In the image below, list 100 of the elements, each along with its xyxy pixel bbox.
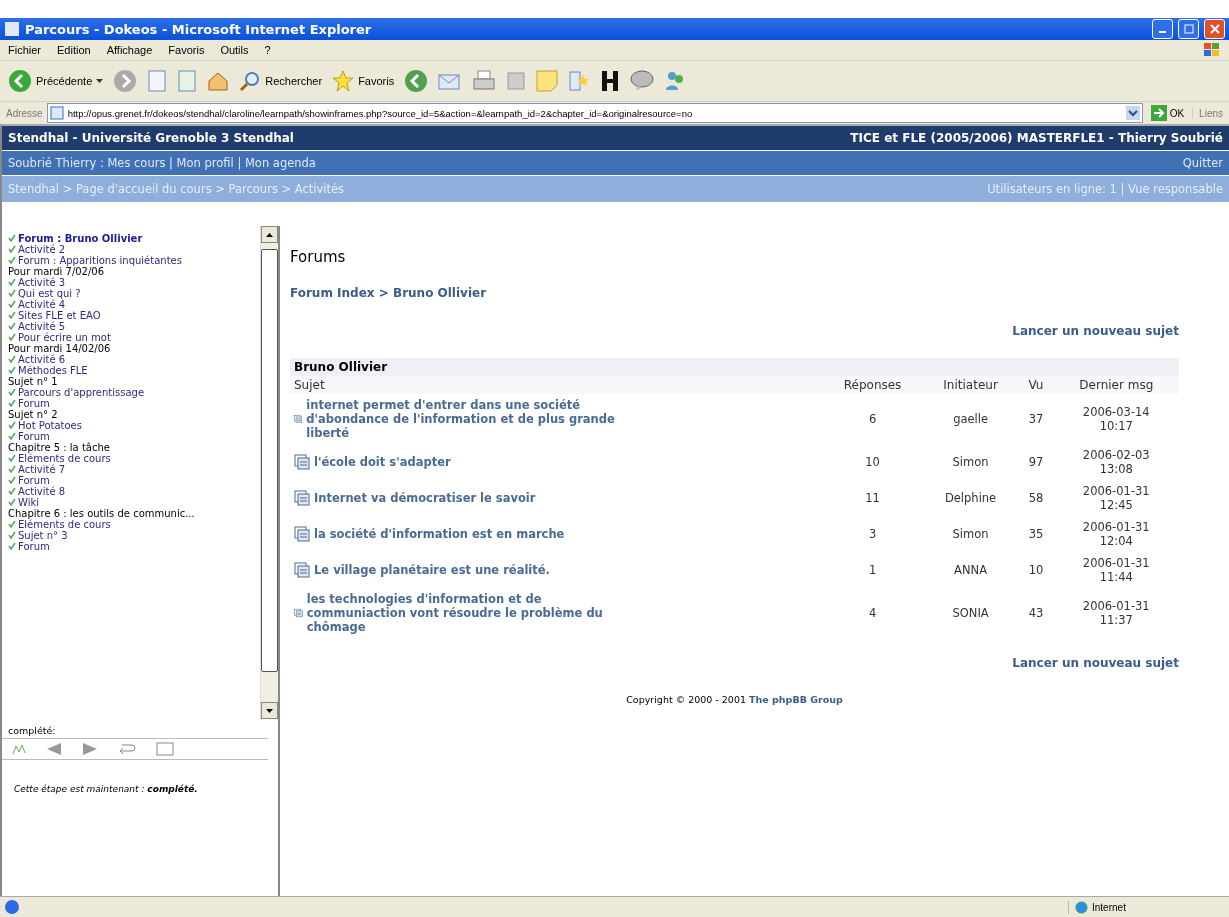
star-icon xyxy=(332,70,355,92)
table-cell-text: 35 xyxy=(1027,526,1045,543)
topic-icon xyxy=(294,454,310,470)
lesson-step-link[interactable]: Forum xyxy=(8,431,200,442)
lesson-step-link[interactable]: Forum : Bruno Ollivier xyxy=(8,233,200,244)
user-links[interactable]: Soubrié Thierry : Mes cours | Mon profil | Mon agenda xyxy=(8,156,316,170)
minimize-button[interactable] xyxy=(1152,19,1173,39)
column-header: Réponses xyxy=(822,376,923,394)
table-cell-text: 3 xyxy=(867,526,878,543)
phpbb-link[interactable]: The phpBB Group xyxy=(749,694,843,705)
close-button[interactable] xyxy=(1204,19,1225,39)
go-button[interactable]: OK xyxy=(1146,105,1189,121)
address-field[interactable]: http://opus.grenet.fr/dokeos/stendhal/claroline/learnpath/showinframes.php?source_id=5&action=&learnpath_id=2&chapter_id=&originalresource=no xyxy=(46,103,1143,123)
window-title: Parcours - Dokeos - Microsoft Internet Explorer xyxy=(25,21,373,37)
topic-link[interactable]: la société d'information est en marche xyxy=(294,526,634,542)
lesson-step-link[interactable]: Méthodes FLE xyxy=(8,365,200,376)
progress-label: complété: xyxy=(2,719,268,739)
topic-link[interactable]: les technologies d'information et de communiaction vont résoudre le problème du chômage xyxy=(294,592,634,634)
note-button[interactable] xyxy=(536,70,559,92)
new-topic-link[interactable]: Lancer un nouveau sujet xyxy=(1012,656,1179,670)
favorites-button[interactable]: Favoris xyxy=(332,70,395,92)
column-header: Vu xyxy=(1018,376,1054,394)
chapter-heading: Pour mardi 14/02/06 xyxy=(8,343,112,354)
zigzag-icon[interactable] xyxy=(12,743,26,755)
maximize-icon xyxy=(1183,24,1194,34)
window-icon[interactable] xyxy=(156,742,174,756)
dropdown-icon[interactable] xyxy=(1125,106,1140,120)
mail-button[interactable] xyxy=(438,71,463,91)
table-cell-text: 58 xyxy=(1027,490,1045,507)
lesson-step-link[interactable]: Forum : Apparitions inquiétantes xyxy=(8,255,200,266)
lesson-step-link[interactable]: Forum xyxy=(8,475,200,486)
menu-item[interactable]: ? xyxy=(264,44,271,56)
chapter-heading: Pour mardi 7/02/06 xyxy=(8,266,105,277)
search-button[interactable]: Rechercher xyxy=(239,70,323,92)
lesson-step-link[interactable]: Activité 2 xyxy=(8,244,200,255)
chat-button[interactable] xyxy=(630,70,655,92)
edit-button[interactable] xyxy=(506,71,527,91)
table-cell-text: 97 xyxy=(1027,454,1045,471)
lesson-step-link[interactable]: Sujet n° 3 xyxy=(8,530,200,541)
column-header: Dernier msg xyxy=(1053,376,1179,394)
menu-item[interactable]: Favoris xyxy=(168,44,205,56)
scroll-up-button[interactable] xyxy=(261,226,278,243)
lesson-step-link[interactable]: Forum xyxy=(8,398,200,409)
globe-icon xyxy=(1075,900,1088,914)
column-header: Sujet xyxy=(290,376,823,394)
links-label[interactable]: Liens xyxy=(1192,107,1223,119)
menu-item[interactable]: Fichier xyxy=(8,44,41,56)
printer-icon xyxy=(472,70,497,92)
topic-link[interactable]: Le village planétaire est une réalité. xyxy=(294,562,634,578)
lesson-step-link[interactable]: Eléments de cours xyxy=(8,519,200,530)
forward-button[interactable] xyxy=(113,69,138,93)
topic-link[interactable]: internet permet d'entrer dans une société d'abondance de l'information et de plus grande liberté xyxy=(294,398,634,440)
lesson-step-link[interactable]: Pour écrire un mot xyxy=(8,332,200,343)
lesson-step-link[interactable]: Forum xyxy=(8,541,200,552)
lesson-step-link[interactable]: Activité 3 xyxy=(8,277,200,288)
scrollbar[interactable] xyxy=(260,226,278,719)
table-cell-text: 10 xyxy=(864,454,881,471)
back-button[interactable]: Précédente xyxy=(8,69,104,93)
lesson-step-link[interactable]: Eléments de cours xyxy=(8,453,200,464)
table-cell: 2006-03-14 10:17 xyxy=(1053,394,1179,444)
lesson-step-link[interactable]: Activité 8 xyxy=(8,486,200,497)
lesson-step-link[interactable]: Activité 7 xyxy=(8,464,200,475)
scroll-down-button[interactable] xyxy=(261,702,278,719)
lesson-step-link[interactable]: Activité 6 xyxy=(8,354,200,365)
maximize-button[interactable] xyxy=(1178,19,1199,39)
search-icon xyxy=(239,70,262,92)
menu-item[interactable]: Affichage xyxy=(106,44,153,56)
h-button[interactable] xyxy=(600,70,621,92)
print-button[interactable] xyxy=(472,70,497,92)
menu-item[interactable]: Outils xyxy=(220,44,249,56)
home-button[interactable] xyxy=(207,70,230,92)
lesson-step-link[interactable]: Wiki xyxy=(8,497,200,508)
return-arrow-icon[interactable] xyxy=(118,742,136,756)
table-cell-text: 10 xyxy=(1027,562,1045,579)
close-icon xyxy=(1209,24,1220,34)
logout-link[interactable]: Quitter xyxy=(1182,156,1223,170)
lesson-step-link[interactable]: Qui est qui ? xyxy=(8,288,200,299)
forum-name: Bruno Ollivier xyxy=(290,358,1179,376)
topic-link[interactable]: Internet va démocratiser le savoir xyxy=(294,490,634,506)
lesson-step-link[interactable]: Sites FLE et EAO xyxy=(8,310,200,321)
menu-item[interactable]: Edition xyxy=(57,44,91,56)
page-icon xyxy=(49,106,64,120)
forum-breadcrumb[interactable]: Forum Index > Bruno Ollivier xyxy=(290,286,1179,300)
table-cell: gaelle xyxy=(922,394,1019,444)
down-arrow-icon xyxy=(266,708,273,713)
table-cell-text: 4 xyxy=(867,605,878,622)
table-cell: 6 xyxy=(822,394,923,444)
next-icon[interactable] xyxy=(82,742,98,756)
online-users: Utilisateurs en ligne: 1 | Vue responsable xyxy=(987,182,1223,196)
new-topic-link[interactable]: Lancer un nouveau sujet xyxy=(1012,324,1179,338)
table-cell-text: 2006-01-31 12:45 xyxy=(1081,483,1151,514)
page-title: Forums xyxy=(290,248,347,266)
previous-icon[interactable] xyxy=(46,742,62,756)
topic-link[interactable]: l'école doit s'adapter xyxy=(294,454,634,470)
lesson-step-link[interactable]: Parcours d'apprentissage xyxy=(8,387,200,398)
lesson-step-link[interactable]: Hot Potatoes xyxy=(8,420,200,431)
lesson-step-link[interactable]: Activité 5 xyxy=(8,321,200,332)
research-button[interactable] xyxy=(568,70,591,92)
lesson-step-link[interactable]: Activité 4 xyxy=(8,299,200,310)
chapter-heading: Sujet n° 2 xyxy=(8,409,58,420)
